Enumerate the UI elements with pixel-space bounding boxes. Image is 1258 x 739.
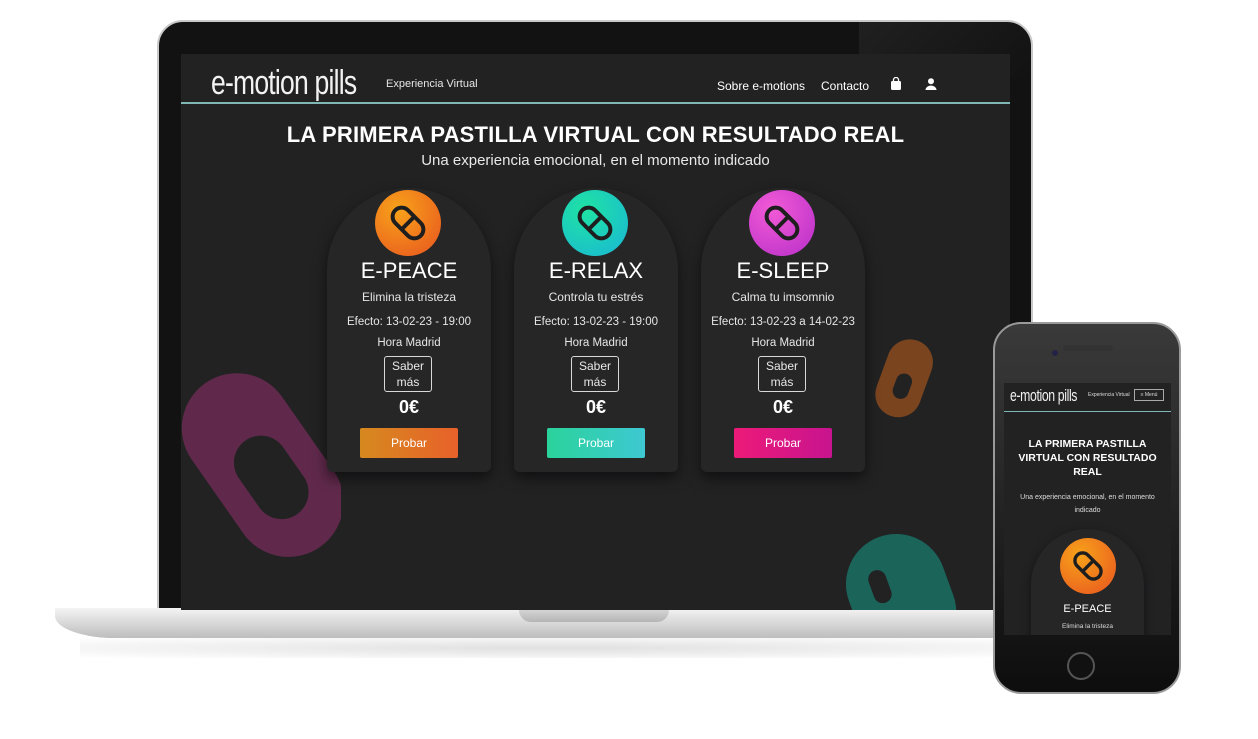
saber-mas-button[interactable]: Saber más <box>571 356 619 392</box>
nav-about[interactable]: Sobre e-motions <box>717 79 805 93</box>
shopping-bag-icon[interactable] <box>889 77 903 91</box>
decorative-pill-teal-icon <box>846 534 957 610</box>
user-icon[interactable] <box>924 77 938 91</box>
hero-subtitle: Una experiencia emocional, en el momento… <box>421 152 770 169</box>
probar-button[interactable]: Probar <box>360 428 458 458</box>
mobile-pill-badge <box>1060 538 1116 594</box>
phone-home-button <box>1067 652 1095 680</box>
mobile-logo[interactable]: e-motion pills <box>1010 386 1077 406</box>
card-description: Calma tu imsomnio <box>731 290 835 304</box>
card-effect-date: Efecto: 13-02-23 - 19:00 <box>346 316 472 328</box>
phone-screen: e-motion pills Experiencia Virtual ≡ Men… <box>1004 383 1171 635</box>
saber-mas-button[interactable]: Saber más <box>384 356 432 392</box>
capsule-icon <box>764 205 800 241</box>
mobile-hero-subtitle: Una experiencia emocional, en el momento… <box>1020 494 1155 514</box>
mobile-hero-title: LA PRIMERA PASTILLA VIRTUAL CON RESULTAD… <box>1018 438 1157 478</box>
probar-button[interactable]: Probar <box>734 428 832 458</box>
probar-button[interactable]: Probar <box>547 428 645 458</box>
card-timezone: Hora Madrid <box>377 337 441 349</box>
laptop-screen: e-motion pills Experiencia Virtual Sobre… <box>181 54 1010 610</box>
phone-speaker <box>1063 345 1113 351</box>
pill-badge <box>749 190 815 256</box>
card-timezone: Hora Madrid <box>564 337 628 349</box>
card-description: Elimina la tristeza <box>361 290 457 304</box>
laptop-shadow <box>80 638 1020 658</box>
card-price: 0€ <box>772 397 794 417</box>
product-card-relax: E-RELAX Controla tu estrés Efecto: 13-02… <box>514 188 678 472</box>
hero-title: LA PRIMERA PASTILLA VIRTUAL CON RESULTAD… <box>286 122 905 147</box>
logo-tagline: Experiencia Virtual <box>386 78 478 90</box>
decorative-pill-orange-icon <box>875 339 933 418</box>
card-effect-date: Efecto: 13-02-23 - 19:00 <box>533 316 659 328</box>
capsule-icon <box>577 205 613 241</box>
capsule-icon <box>1073 551 1103 581</box>
card-title: E-SLEEP <box>736 258 830 283</box>
phone-camera-icon <box>1052 350 1058 356</box>
decorative-pill-magenta-icon <box>181 373 341 557</box>
product-card-sleep: E-SLEEP Calma tu imsomnio Efecto: 13-02-… <box>701 188 865 472</box>
mobile-logo-tagline: Experiencia Virtual <box>1088 392 1130 398</box>
card-price: 0€ <box>585 397 607 417</box>
mobile-card-title: E-PEACE <box>1063 603 1112 615</box>
logo[interactable]: e-motion pills <box>211 64 357 103</box>
mobile-card-description: Elimina la tristeza <box>1062 623 1113 630</box>
card-title: E-RELAX <box>548 258 644 283</box>
card-price: 0€ <box>398 397 420 417</box>
card-timezone: Hora Madrid <box>751 337 815 349</box>
laptop-notch <box>519 608 669 622</box>
card-effect-date: Efecto: 13-02-23 a 14-02-23 <box>711 316 855 328</box>
saber-mas-button[interactable]: Saber más <box>758 356 806 392</box>
nav-contact[interactable]: Contacto <box>821 79 869 93</box>
mobile-product-card: E-PEACE Elimina la tristeza <box>1031 529 1144 635</box>
card-title: E-PEACE <box>360 258 458 283</box>
card-description: Controla tu estrés <box>548 290 644 304</box>
pill-badge <box>562 190 628 256</box>
mobile-menu-button[interactable]: ≡ Menú <box>1134 389 1164 401</box>
mobile-header: e-motion pills Experiencia Virtual ≡ Men… <box>1004 383 1171 412</box>
pill-badge <box>375 190 441 256</box>
product-card-peace: E-PEACE Elimina la tristeza Efecto: 13-0… <box>327 188 491 472</box>
capsule-icon <box>390 205 426 241</box>
site-header: e-motion pills Experiencia Virtual Sobre… <box>181 54 1010 104</box>
